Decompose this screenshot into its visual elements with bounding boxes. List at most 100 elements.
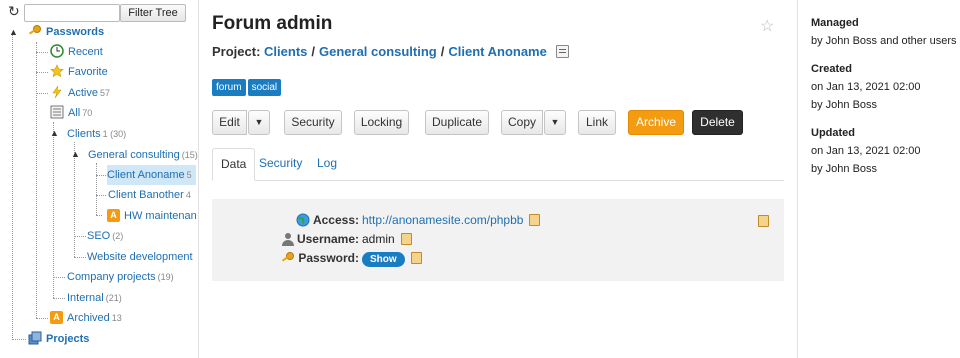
tree-line (96, 163, 97, 215)
data-panel: Access: http://anonamesite.com/phpbb Use… (212, 199, 784, 281)
clock-icon (50, 44, 64, 58)
breadcrumb: Project: Clients / General consulting / Clie… (212, 44, 570, 59)
access-row: Access: (212, 211, 359, 229)
tree-item-general-consulting[interactable]: General consulting (15) (88, 145, 198, 165)
collapse-toggle[interactable]: ▲ (50, 128, 59, 138)
archive-button[interactable]: Archive (628, 110, 684, 135)
access-label: Access: (312, 213, 359, 227)
breadcrumb-client-anoname[interactable]: Client Anoname (448, 44, 546, 59)
project-details-icon[interactable] (556, 45, 570, 59)
tree-item-active[interactable]: Active 57 (50, 83, 110, 103)
tab-bar: Data Security Log (212, 148, 784, 181)
tree-line (74, 142, 75, 257)
tree-line (36, 42, 37, 318)
managed-block: Managed by John Boss and other users (811, 14, 960, 50)
tree-line (74, 236, 86, 237)
filter-tree-button[interactable]: Filter Tree (120, 4, 186, 22)
tree-item-client-banother[interactable]: Client Banother 4 (108, 185, 191, 205)
tree-line (36, 52, 48, 53)
copy-button[interactable]: Copy (501, 110, 543, 135)
tree-line (36, 72, 48, 73)
key-icon (281, 251, 295, 265)
tree-line (53, 122, 54, 298)
tree-item-hw-maintenance[interactable]: A HW maintenan (107, 206, 199, 226)
tree-item-archived[interactable]: A Archived 13 (50, 308, 122, 328)
edit-button[interactable]: Edit (212, 110, 247, 135)
delete-button[interactable]: Delete (692, 110, 743, 135)
page-title: Forum admin (212, 13, 333, 34)
link-button[interactable]: Link (578, 110, 616, 135)
list-icon (50, 105, 64, 119)
tree-line (53, 298, 65, 299)
tree-item-projects[interactable]: Projects (28, 329, 89, 349)
tree-line (12, 34, 13, 340)
username-label: Username: (296, 232, 359, 246)
archived-icon: A (107, 208, 120, 222)
access-value-wrap: http://anonamesite.com/phpbb (362, 211, 541, 229)
tag-social[interactable]: social (247, 79, 282, 96)
tree-item-favorite[interactable]: Favorite (50, 62, 108, 82)
tree-item-all[interactable]: All 70 (50, 103, 92, 123)
duplicate-button[interactable]: Duplicate (425, 110, 489, 135)
tree-line (36, 93, 48, 94)
tree-item-client-anoname[interactable]: Client Anoname 5 (107, 165, 196, 185)
security-button[interactable]: Security (284, 110, 342, 135)
collapse-toggle[interactable]: ▲ (71, 149, 80, 159)
show-password-button[interactable]: Show (362, 252, 405, 267)
tree-item-company-projects[interactable]: Company projects (19) (67, 267, 174, 287)
lightning-icon (50, 85, 64, 99)
username-value: admin (362, 232, 395, 246)
tree-line (36, 318, 48, 319)
tree-item-seo[interactable]: SEO (2) (87, 226, 123, 246)
breadcrumb-clients[interactable]: Clients (264, 44, 307, 59)
tag-forum[interactable]: forum (212, 79, 246, 96)
tree-line (74, 257, 86, 258)
password-row: Password: (212, 249, 359, 267)
tree-item-internal[interactable]: Internal (21) (67, 288, 122, 308)
locking-button[interactable]: Locking (354, 110, 409, 135)
breadcrumb-general-consulting[interactable]: General consulting (319, 44, 437, 59)
collapse-toggle[interactable]: ▲ (9, 27, 18, 37)
tree-item-clients[interactable]: Clients 1 (30) (67, 124, 126, 144)
created-by: by John Boss (811, 99, 878, 111)
password-label: Password: (298, 251, 359, 265)
edit-dropdown-button[interactable]: ▼ (248, 110, 270, 135)
created-on: on Jan 13, 2021 02:00 (811, 81, 921, 93)
filter-input[interactable] (24, 4, 120, 22)
copy-access-icon[interactable] (529, 213, 541, 226)
managed-text: by John Boss and other users (811, 35, 957, 47)
username-value-wrap: admin (362, 230, 412, 248)
refresh-icon[interactable]: ↻ (8, 4, 20, 18)
project-label: Project: (212, 44, 261, 59)
copy-all-icon[interactable] (758, 215, 769, 227)
tree-line (96, 195, 106, 196)
globe-icon (296, 213, 310, 227)
copy-dropdown-button[interactable]: ▼ (544, 110, 566, 135)
updated-by: by John Boss (811, 163, 878, 175)
updated-block: Updated on Jan 13, 2021 02:00 by John Bo… (811, 124, 960, 178)
created-title: Created (811, 63, 852, 75)
tab-log[interactable]: Log (309, 148, 345, 181)
copy-username-icon[interactable] (400, 232, 412, 245)
access-url-link[interactable]: http://anonamesite.com/phpbb (362, 213, 523, 227)
tag-list: forum social (212, 79, 283, 96)
breadcrumb-separator: / (311, 44, 315, 59)
username-row: Username: (212, 230, 359, 248)
info-panel: Managed by John Boss and other users Cre… (797, 0, 960, 358)
tree-line (12, 339, 26, 340)
tab-security[interactable]: Security (251, 148, 310, 181)
sidebar: ↻ Filter Tree ▲ ▲ ▲ Passwords Recent Fav… (0, 0, 199, 358)
key-icon (28, 24, 42, 38)
tree-line (96, 175, 106, 176)
tree-item-website-development[interactable]: Website development (87, 247, 193, 267)
tree-line (96, 215, 102, 216)
tree-item-recent[interactable]: Recent (50, 42, 103, 62)
user-icon (281, 232, 294, 246)
tree-item-passwords[interactable]: Passwords (28, 22, 104, 42)
created-block: Created on Jan 13, 2021 02:00 by John Bo… (811, 60, 960, 114)
projects-icon (28, 331, 42, 345)
favorite-star-icon[interactable]: ☆ (760, 16, 774, 36)
tab-data[interactable]: Data (212, 148, 256, 181)
copy-password-icon[interactable] (410, 251, 422, 264)
updated-on: on Jan 13, 2021 02:00 (811, 145, 921, 157)
